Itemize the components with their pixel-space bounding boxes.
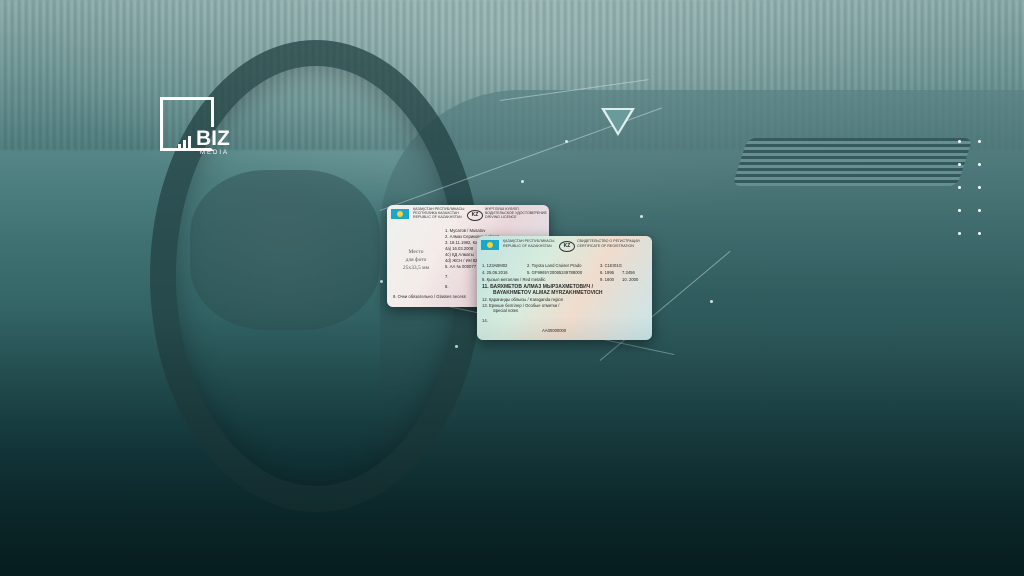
particle <box>380 280 383 283</box>
registration-field: 1. 123ABM02 <box>482 263 508 268</box>
kz-badge: KZ <box>467 210 483 221</box>
licence-field: 1. Мусатов / Musatov <box>445 228 486 233</box>
photo-text: 25x33,5 мм <box>402 265 430 272</box>
dots-grid-icon <box>958 140 988 240</box>
licence-field: 4d) ЖСН / ИН 82 <box>445 258 478 263</box>
kz-badge: KZ <box>559 241 575 252</box>
particle <box>565 140 568 143</box>
licence-field: 5. АА № 000077 <box>445 264 477 269</box>
licence-field: 4a) 16.03.2008 <box>445 246 474 251</box>
licence-field: 4c) ҚД Алматы <box>445 252 474 257</box>
registration-field: 4. 25.06.2016 <box>482 270 508 275</box>
photo-placeholder: Место для фото 25x33,5 мм <box>393 231 439 289</box>
doc-title: DRIVING LICENCE <box>485 215 517 219</box>
doc-title: CERTIFICATE OF REGISTRATION <box>577 244 634 248</box>
registration-field: 8. Қызыл металлик / Red metallic <box>482 277 546 282</box>
particle <box>640 215 643 218</box>
registration-field: Special notes <box>493 308 519 313</box>
air-vent <box>732 138 973 186</box>
logo-brand: BIZ <box>196 127 230 150</box>
bottom-vignette <box>0 316 1024 576</box>
particle <box>521 180 524 183</box>
triangle-icon <box>601 108 635 136</box>
registration-field: 5. GF9965Y20065249788000 <box>527 270 583 275</box>
photo-text: для фото <box>405 256 427 263</box>
registration-field: 2. Toyota Land Cruiser Prado <box>527 263 582 268</box>
card-header: REPUBLIC OF KAZAKHSTAN <box>413 215 462 219</box>
steering-wheel-hub <box>190 170 380 330</box>
kazakhstan-flag-icon <box>391 209 409 219</box>
signal-bars-icon <box>178 133 194 149</box>
licence-field: 8. <box>445 284 449 289</box>
licence-field: 9. Очки обязательно / Glasses necess <box>393 294 466 299</box>
biz-media-logo: BIZ MEDIA <box>160 97 238 157</box>
logo-media: MEDIA <box>200 150 230 156</box>
kazakhstan-flag-icon <box>481 240 499 250</box>
registration-field: 10. 2000 <box>622 277 639 282</box>
card-header: REPUBLIC OF KAZAKHSTAN <box>503 244 552 248</box>
car-interior-background: BIZ MEDIA ҚАЗАҚСТАН РЕСПУБЛИКАСЫ РЕСПУБЛ… <box>0 0 1024 576</box>
registration-field: 9. 1600 <box>600 277 614 282</box>
licence-field: 3. 18.11.1982, Ка <box>445 240 478 245</box>
registration-field: 12. Қарағанды облысы / Karaganda region <box>482 297 564 302</box>
owner-name: BAYAKHMETOV ALMAZ MYRZAKHMETOVICH <box>493 290 603 296</box>
registration-field: 3. С1EI01G <box>600 263 622 268</box>
registration-field: 7.3456 <box>622 270 635 275</box>
registration-field: 6. 1995 <box>600 270 614 275</box>
photo-text: Место <box>408 248 424 255</box>
particle <box>710 300 713 303</box>
licence-field: 7. <box>445 274 449 279</box>
